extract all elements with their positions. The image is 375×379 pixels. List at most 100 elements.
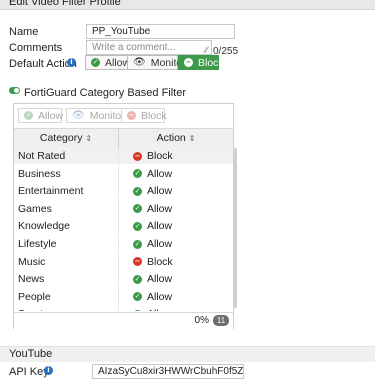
column-header-category[interactable]: Category ⇕ [14, 129, 118, 147]
api-key-input[interactable]: AIzaSyCu8xir3HWWrCbuhF0f5ZTo2w [92, 364, 244, 379]
check-circle-icon: ✓ [133, 309, 142, 311]
cell-divider [118, 199, 119, 217]
toolbar-monitor-button[interactable]: 👁 Monitor [66, 108, 129, 123]
action-label: Allow [147, 290, 173, 303]
dialog-title: Edit Video Filter Profile [9, 0, 121, 8]
toolbar-block-button[interactable]: − Block [121, 108, 167, 123]
action-cell: ✓ Allow [133, 291, 172, 303]
table-row[interactable]: Sports ✓ Allow [14, 305, 233, 311]
action-label: Block [147, 255, 173, 268]
check-circle-icon: ✓ [133, 204, 142, 214]
cell-divider [118, 217, 119, 235]
category-cell: News [18, 273, 45, 286]
category-cell: Entertainment [18, 185, 84, 198]
resize-handle-icon[interactable]: ⁄⁄ [205, 46, 208, 55]
scrollbar[interactable] [233, 148, 237, 308]
table-row[interactable]: Entertainment ✓ Allow [14, 182, 233, 200]
category-cell: Sports [18, 308, 48, 311]
table-row[interactable]: People ✓ Allow [14, 287, 233, 305]
action-label: Allow [147, 238, 173, 250]
action-label: Allow [147, 220, 173, 233]
cell-divider [118, 182, 119, 200]
category-cell: People [18, 290, 51, 303]
cell-divider [118, 252, 119, 270]
action-cell: ✓ Allow [133, 238, 172, 250]
action-label: Allow [147, 273, 173, 286]
cell-divider [118, 305, 119, 311]
block-circle-icon: − [133, 151, 142, 161]
table-footer: 0% 11 [14, 312, 233, 329]
cell-divider [118, 164, 119, 182]
sort-icon: ⇕ [85, 134, 93, 143]
category-cell: Music [18, 255, 46, 268]
action-cell: ✓ Allow [133, 220, 172, 232]
category-cell: Business [18, 167, 61, 180]
fortiguard-toggle[interactable] [9, 87, 20, 94]
cell-divider [118, 235, 119, 252]
category-cell: Knowledge [18, 220, 70, 233]
cell-divider [118, 270, 119, 288]
category-cell: Lifestyle [18, 238, 57, 250]
youtube-section-label: YouTube [9, 348, 53, 360]
action-cell: − Block [133, 256, 173, 268]
table-row[interactable]: Music − Block [14, 252, 233, 270]
check-circle-icon: ✓ [133, 221, 142, 231]
name-input[interactable]: PP_YouTube [86, 24, 235, 39]
action-label: Allow [147, 202, 173, 215]
category-header-label: Category [39, 132, 83, 144]
youtube-section-header: YouTube [0, 346, 375, 362]
default-action-monitor-button[interactable]: 👁 Monitor [127, 55, 186, 70]
comments-label: Comments [9, 42, 63, 54]
toolbar-monitor-label: Monitor [89, 109, 125, 122]
action-label: Allow [147, 167, 173, 180]
category-cell: Not Rated [18, 150, 66, 162]
action-cell: ✓ Allow [133, 185, 172, 197]
info-icon[interactable]: i [67, 58, 76, 67]
check-circle-icon: ✓ [133, 239, 142, 249]
check-circle-icon: ✓ [133, 274, 142, 284]
cell-divider [118, 287, 119, 305]
eye-icon: 👁 [72, 110, 85, 121]
block-circle-icon: − [127, 111, 136, 120]
block-label: Block [198, 56, 224, 69]
category-cell: Games [18, 202, 52, 215]
table-row[interactable]: Lifestyle ✓ Allow [14, 235, 233, 252]
footer-count-badge: 11 [213, 315, 229, 326]
action-label: Allow [147, 185, 173, 198]
table-row[interactable]: Not Rated − Block [14, 147, 233, 164]
action-cell: ✓ Allow [133, 273, 172, 285]
toolbar-block-label: Block [141, 109, 167, 122]
table-row[interactable]: Business ✓ Allow [14, 164, 233, 182]
footer-percent: 0% [194, 315, 209, 326]
block-circle-icon: − [184, 58, 193, 67]
action-label: Block [147, 150, 173, 162]
default-action-allow-button[interactable]: ✓ Allow [85, 55, 130, 70]
default-action-block-button[interactable]: − Block [178, 55, 224, 70]
table-row[interactable]: Knowledge ✓ Allow [14, 217, 233, 235]
action-cell: − Block [133, 150, 173, 162]
block-circle-icon: − [133, 257, 142, 267]
action-header-label: Action [156, 132, 186, 144]
dialog-title-bar: Edit Video Filter Profile [0, 0, 375, 10]
toolbar-allow-button[interactable]: ✓ Allow [18, 108, 64, 123]
name-label: Name [9, 26, 39, 38]
table-row[interactable]: Games ✓ Allow [14, 199, 233, 217]
category-table-body: Not Rated − Block Business ✓ Allow Entertainme… [14, 147, 233, 311]
fortiguard-label: FortiGuard Category Based Filter [24, 87, 187, 99]
info-icon[interactable]: i [44, 366, 53, 375]
column-header-action[interactable]: Action ⇕ [119, 129, 233, 147]
check-circle-icon: ✓ [133, 169, 142, 179]
check-circle-icon: ✓ [91, 58, 100, 67]
category-filter-panel: ✓ Allow 👁 Monitor − Block Category ⇕ Act… [13, 103, 234, 329]
check-circle-icon: ✓ [133, 186, 142, 196]
cell-divider [118, 147, 119, 164]
comments-textarea[interactable]: Write a comment... [86, 40, 212, 55]
api-key-label: API Key [9, 366, 49, 378]
sort-icon: ⇕ [188, 134, 196, 143]
api-key-value: AIzaSyCu8xir3HWWrCbuhF0f5ZTo2w [98, 366, 244, 377]
table-row[interactable]: News ✓ Allow [14, 270, 233, 288]
table-header: Category ⇕ Action ⇕ [14, 128, 233, 148]
toolbar-allow-label: Allow [38, 109, 64, 122]
comments-placeholder: Write a comment... [92, 42, 176, 53]
action-label: Allow [147, 308, 172, 311]
